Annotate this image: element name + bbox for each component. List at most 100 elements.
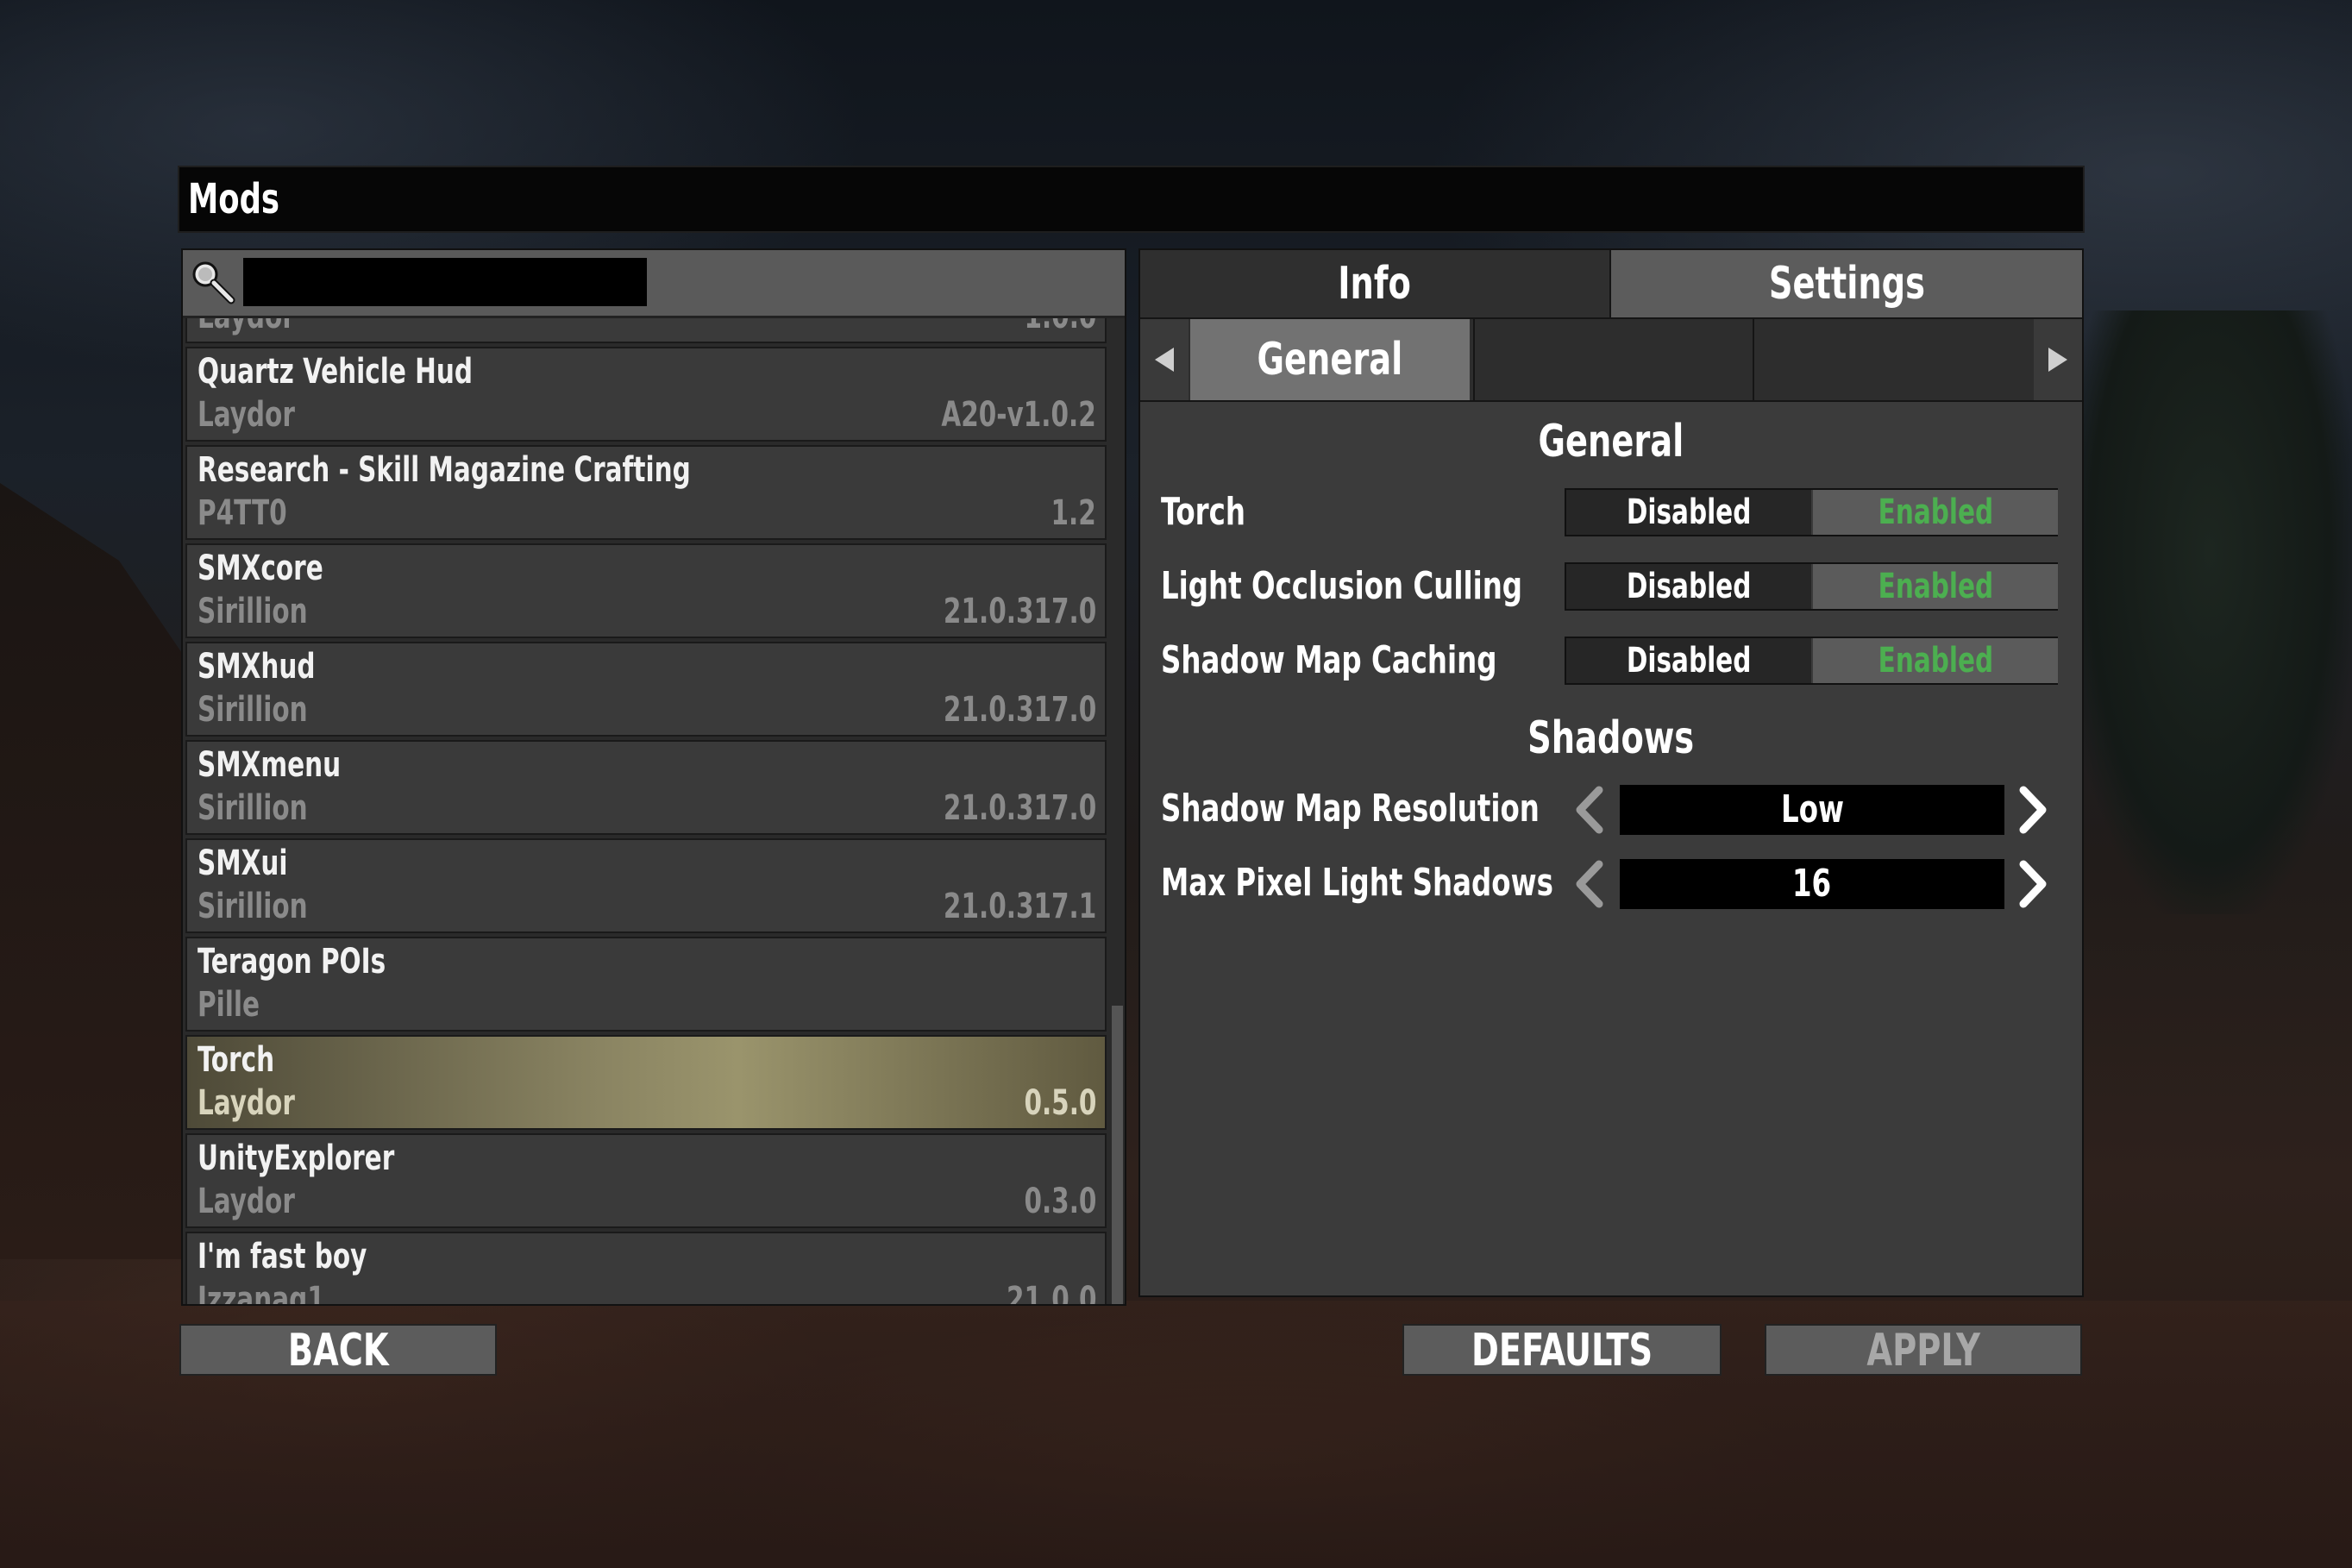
setting-label-shadow-map-resolution: Shadow Map Resolution xyxy=(1161,787,1540,831)
max-pixel-light-shadows-value: 16 xyxy=(1620,859,2004,909)
tab-info-label: Info xyxy=(1338,258,1412,310)
background-hill xyxy=(0,483,198,1259)
section-header-general: General xyxy=(1140,416,2082,467)
option-label: Disabled xyxy=(1626,641,1752,681)
option-label: Enabled xyxy=(1878,567,1993,606)
option-label: Enabled xyxy=(1878,641,1993,681)
torch-toggle: Disabled Enabled xyxy=(1565,488,2058,536)
light-occlusion-culling-disabled-option[interactable]: Disabled xyxy=(1566,564,1811,609)
mod-version: 21.0.317.0 xyxy=(943,592,1096,631)
back-button-label: BACK xyxy=(287,1325,389,1377)
selector-value-text: 16 xyxy=(1792,862,1832,906)
section-title: General xyxy=(1538,416,1684,467)
subtab-empty[interactable] xyxy=(1473,319,1754,400)
subtab-empty[interactable] xyxy=(1756,319,2032,400)
tab-settings[interactable]: Settings xyxy=(1611,250,2082,317)
mod-name: I'm fast boy xyxy=(198,1237,367,1276)
mod-list-item[interactable]: SMXui Sirillion 21.0.317.1 xyxy=(185,838,1107,933)
mod-list-item-selected[interactable]: Torch Laydor 0.5.0 xyxy=(185,1035,1107,1130)
mod-author: Laydor xyxy=(198,395,295,435)
mod-list-item[interactable]: SMXhud Sirillion 21.0.317.0 xyxy=(185,642,1107,737)
tab-bar: Info Settings xyxy=(1140,250,2082,317)
shadow-map-caching-toggle: Disabled Enabled xyxy=(1565,637,2058,685)
mod-version: 1.0.0 xyxy=(1023,316,1096,336)
mod-author: Sirillion xyxy=(198,788,308,828)
defaults-button[interactable]: DEFAULTS xyxy=(1402,1324,1722,1376)
mod-author: Laydor xyxy=(198,1083,295,1123)
mod-name: Quartz Vehicle Hud xyxy=(198,352,474,392)
mod-author: Laydor xyxy=(198,316,295,336)
mod-list-item[interactable]: SMXmenu Sirillion 21.0.317.0 xyxy=(185,740,1107,835)
subtab-next-button[interactable] xyxy=(2034,319,2082,400)
light-occlusion-culling-toggle: Disabled Enabled xyxy=(1565,562,2058,611)
mod-name: SMXcore xyxy=(198,549,323,588)
mod-version: 21.0.317.0 xyxy=(943,788,1096,828)
torch-enabled-option[interactable]: Enabled xyxy=(1813,490,2058,535)
mod-name: SMXhud xyxy=(198,647,316,687)
mod-list-item[interactable]: UnityExplorer Laydor 0.3.0 xyxy=(185,1133,1107,1228)
tab-settings-label: Settings xyxy=(1768,258,1925,310)
section-title: Shadows xyxy=(1527,712,1695,764)
setting-label-torch: Torch xyxy=(1161,490,1246,534)
mod-version: 0.3.0 xyxy=(1023,1182,1096,1221)
shadow-map-caching-enabled-option[interactable]: Enabled xyxy=(1813,638,2058,683)
window-title: Mods xyxy=(188,175,280,223)
mod-name: Torch xyxy=(198,1040,275,1080)
search-icon[interactable] xyxy=(188,257,238,307)
mod-version: 21.0.0 xyxy=(1006,1280,1096,1304)
torch-disabled-option[interactable]: Disabled xyxy=(1566,490,1811,535)
window-title-bar: Mods xyxy=(178,166,2085,233)
section-header-shadows: Shadows xyxy=(1140,712,2082,764)
shadow-map-resolution-value: Low xyxy=(1620,785,2004,835)
mod-list-item[interactable]: SMXcore Sirillion 21.0.317.0 xyxy=(185,543,1107,638)
mod-list-item[interactable]: Teragon POIs Pille xyxy=(185,937,1107,1032)
mod-version: 21.0.317.0 xyxy=(943,690,1096,730)
mod-list-panel: Laydor 1.0.0 Quartz Vehicle Hud Laydor A… xyxy=(181,248,1126,1306)
chevron-left-icon[interactable] xyxy=(1570,783,1609,837)
option-label: Disabled xyxy=(1626,567,1752,606)
mod-author: Laydor xyxy=(198,1182,295,1221)
subtab-prev-button[interactable] xyxy=(1140,319,1189,400)
mod-author: Pille xyxy=(198,985,260,1025)
mod-list: Laydor 1.0.0 Quartz Vehicle Hud Laydor A… xyxy=(183,316,1110,1304)
scrollbar-thumb[interactable] xyxy=(1112,1006,1123,1304)
tab-info[interactable]: Info xyxy=(1140,250,1611,317)
subtab-general-label: General xyxy=(1257,334,1403,386)
light-occlusion-culling-enabled-option[interactable]: Enabled xyxy=(1813,564,2058,609)
mod-list-item[interactable]: Laydor 1.0.0 xyxy=(185,316,1107,343)
back-button[interactable]: BACK xyxy=(179,1324,497,1376)
defaults-button-label: DEFAULTS xyxy=(1471,1325,1653,1377)
mod-version: 1.2 xyxy=(1051,493,1096,533)
chevron-left-icon[interactable] xyxy=(1570,857,1609,911)
mod-name: Teragon POIs xyxy=(198,942,386,982)
selector-value-text: Low xyxy=(1780,787,1844,831)
chevron-right-icon[interactable] xyxy=(2013,857,2053,911)
search-input[interactable] xyxy=(243,258,647,306)
apply-button[interactable]: APPLY xyxy=(1765,1324,2082,1376)
mod-author: Izzanag1 xyxy=(198,1280,325,1304)
mod-author: Sirillion xyxy=(198,592,308,631)
mod-author: Sirillion xyxy=(198,887,308,926)
mod-author: Sirillion xyxy=(198,690,308,730)
option-label: Enabled xyxy=(1878,492,1993,532)
chevron-right-icon[interactable] xyxy=(2013,783,2053,837)
mod-name: SMXui xyxy=(198,844,288,883)
mod-author: P4TT0 xyxy=(198,493,287,533)
mod-list-scrollbar[interactable] xyxy=(1110,316,1125,1304)
mod-name: UnityExplorer xyxy=(198,1138,395,1178)
search-bar xyxy=(183,250,1125,318)
background-tree xyxy=(2067,310,2352,914)
mod-list-item[interactable]: Research - Skill Magazine Crafting P4TT0… xyxy=(185,445,1107,540)
triangle-left-icon xyxy=(1155,348,1174,372)
option-label: Disabled xyxy=(1626,492,1752,532)
setting-label-max-pixel-light-shadows: Max Pixel Light Shadows xyxy=(1161,861,1553,905)
mod-list-item[interactable]: I'm fast boy Izzanag1 21.0.0 xyxy=(185,1232,1107,1304)
mod-list-item[interactable]: Quartz Vehicle Hud Laydor A20-v1.0.2 xyxy=(185,347,1107,442)
setting-label-shadow-map-caching: Shadow Map Caching xyxy=(1161,638,1497,682)
shadow-map-caching-disabled-option[interactable]: Disabled xyxy=(1566,638,1811,683)
subtab-general[interactable]: General xyxy=(1190,319,1470,400)
mod-name: SMXmenu xyxy=(198,745,342,785)
mod-version: 0.5.0 xyxy=(1023,1083,1096,1123)
mod-version: 21.0.317.1 xyxy=(943,887,1096,926)
setting-label-light-occlusion-culling: Light Occlusion Culling xyxy=(1161,564,1523,608)
